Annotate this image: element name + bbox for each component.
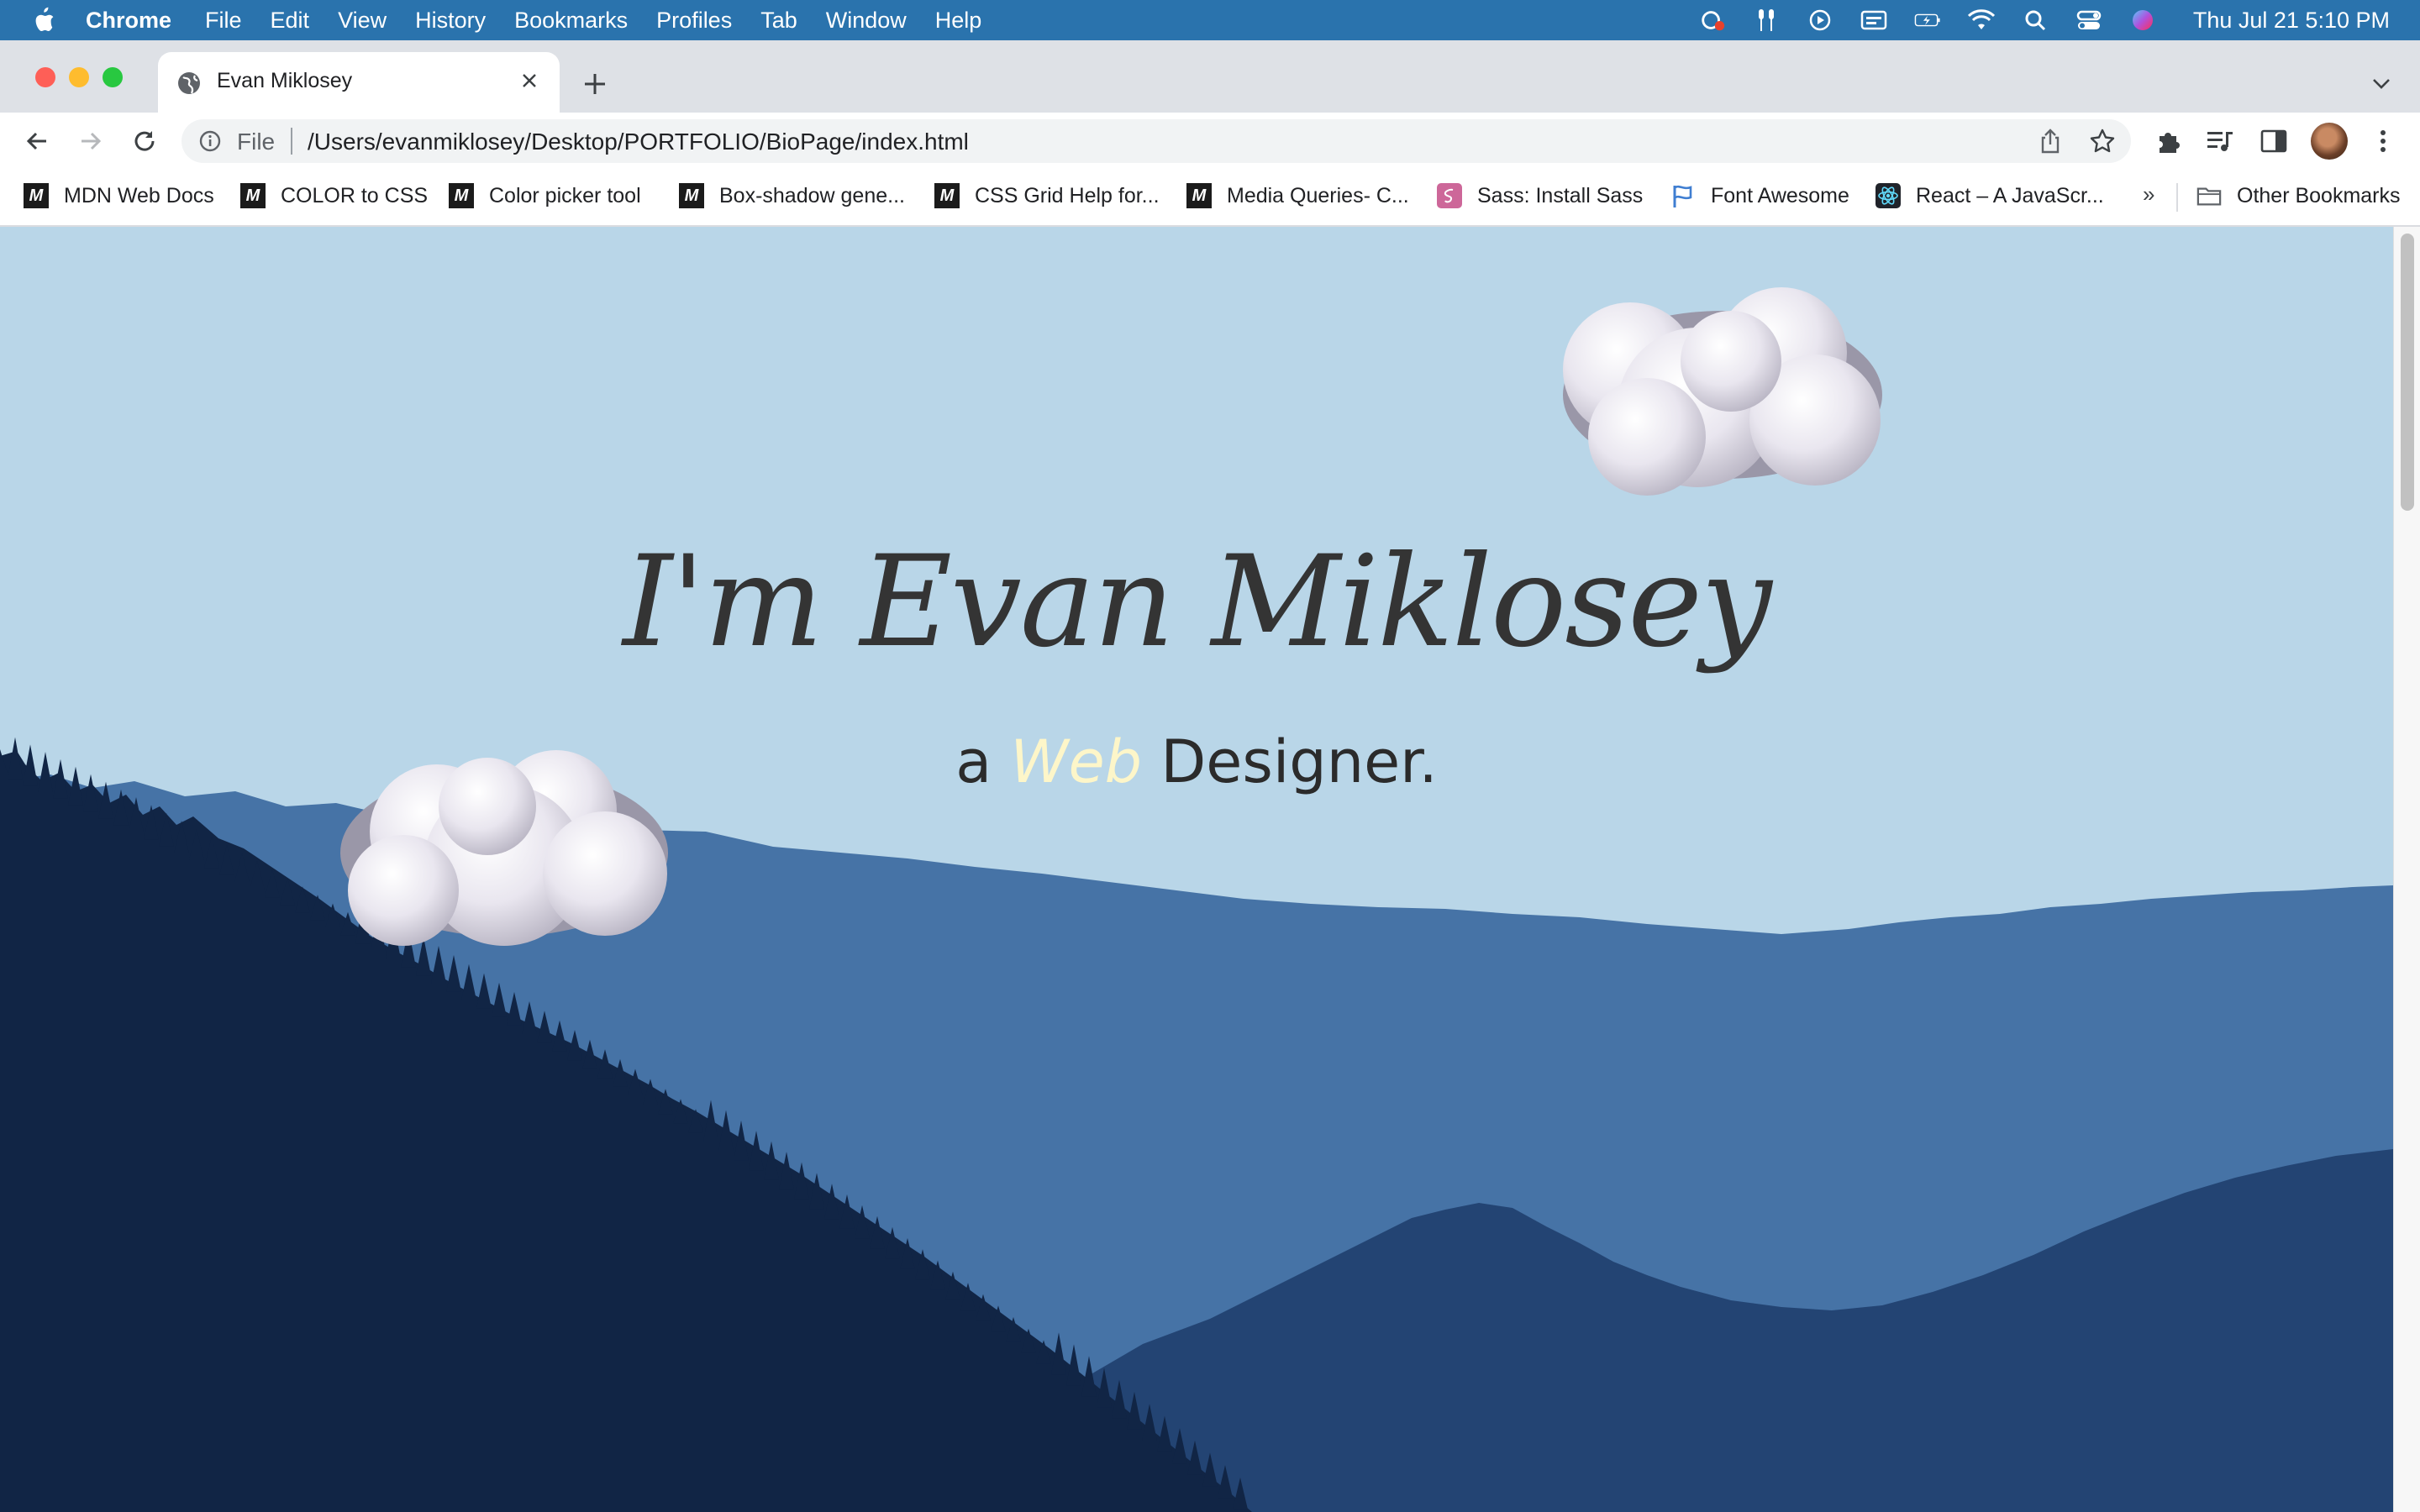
wifi-icon[interactable] — [1967, 7, 1995, 34]
mdn-logo-icon: M — [449, 183, 474, 208]
spotlight-search-icon[interactable] — [2022, 7, 2049, 34]
address-bar[interactable]: File /Users/evanmiklosey/Desktop/PORTFOL… — [182, 119, 2131, 163]
airdrop-icon[interactable] — [1753, 7, 1780, 34]
tagline-accent-word: Web — [1010, 727, 1143, 796]
menu-edit[interactable]: Edit — [271, 8, 310, 34]
bookmark-label: React – A JavaScr... — [1916, 183, 2104, 207]
menu-view[interactable]: View — [338, 8, 387, 34]
bookmark-color-picker-tool[interactable]: M Color picker tool — [449, 181, 641, 210]
extensions-puzzle-icon[interactable] — [2151, 124, 2185, 158]
menu-window[interactable]: Window — [826, 8, 907, 34]
sass-logo-icon — [1437, 183, 1462, 208]
menu-help[interactable]: Help — [935, 8, 982, 34]
profile-avatar[interactable] — [2311, 123, 2348, 160]
address-scheme: File — [237, 129, 276, 155]
menu-profiles[interactable]: Profiles — [656, 8, 732, 34]
flag-icon — [1670, 183, 1696, 208]
bookmark-sass-install[interactable]: Sass: Install Sass — [1437, 181, 1643, 210]
tab-search-chevron-icon[interactable] — [2365, 67, 2398, 101]
scrollbar-thumb[interactable] — [2401, 234, 2414, 511]
bookmark-label: CSS Grid Help for... — [975, 183, 1160, 207]
side-panel-icon[interactable] — [2257, 124, 2291, 158]
bookmarks-bar: M MDN Web Docs M COLOR to CSS M Color pi… — [0, 170, 2420, 227]
page-viewport: I'm Evan Miklosey a Web Designer. — [0, 227, 2393, 1512]
menu-file[interactable]: File — [205, 8, 242, 34]
tab-title: Evan Miklosey — [217, 69, 353, 92]
folder-icon — [2196, 183, 2222, 208]
hero-name-heading: I'm Evan Miklosey — [623, 529, 1772, 675]
tagline-prefix: a — [955, 727, 992, 796]
menu-bookmarks[interactable]: Bookmarks — [514, 8, 628, 34]
bookmark-css-grid-help[interactable]: M CSS Grid Help for... — [934, 181, 1160, 210]
bookmark-other-bookmarks[interactable]: Other Bookmarks — [2196, 181, 2401, 210]
bookmark-react[interactable]: React – A JavaScr... — [1876, 181, 2104, 210]
bookmark-color-to-css[interactable]: M COLOR to CSS — [240, 181, 428, 210]
menu-app-name[interactable]: Chrome — [86, 8, 171, 34]
menu-history[interactable]: History — [415, 8, 486, 34]
page-scrollbar[interactable] — [2393, 227, 2420, 1512]
bookmark-label: Color picker tool — [489, 183, 641, 207]
share-icon[interactable] — [2037, 128, 2064, 155]
apple-icon[interactable] — [30, 6, 55, 34]
bookmark-label: COLOR to CSS — [281, 183, 429, 207]
mdn-logo-icon: M — [240, 183, 266, 208]
macos-menubar: Chrome File Edit View History Bookmarks … — [0, 0, 2420, 40]
bookmark-star-icon[interactable] — [2089, 128, 2116, 155]
media-queue-icon[interactable] — [2203, 124, 2237, 158]
bookmark-label: Sass: Install Sass — [1477, 183, 1644, 207]
menu-tab[interactable]: Tab — [760, 8, 797, 34]
back-icon[interactable] — [18, 123, 55, 160]
tab-active[interactable]: Evan Miklosey — [158, 52, 560, 113]
forward-icon[interactable] — [72, 123, 109, 160]
globe-icon — [178, 72, 200, 94]
window-minimize-button[interactable] — [69, 67, 89, 87]
mdn-logo-icon: M — [24, 183, 49, 208]
mdn-logo-icon: M — [1186, 183, 1212, 208]
hero-tagline: a Web Designer. — [0, 727, 2393, 796]
siri-icon[interactable] — [2129, 7, 2156, 34]
play-icon[interactable] — [1807, 7, 1833, 34]
address-url[interactable]: /Users/evanmiklosey/Desktop/PORTFOLIO/Bi… — [308, 129, 969, 155]
bookmark-mdn-web-docs[interactable]: M MDN Web Docs — [24, 181, 214, 210]
display-icon[interactable] — [1860, 7, 1887, 34]
menubar-clock[interactable]: Thu Jul 21 5:10 PM — [2193, 8, 2390, 34]
bookmark-label: Other Bookmarks — [2237, 183, 2401, 207]
bookmark-label: Media Queries- C... — [1227, 183, 1409, 207]
bookmark-label: Font Awesome — [1711, 183, 1849, 207]
window-close-button[interactable] — [35, 67, 55, 87]
browser-toolbar: File /Users/evanmiklosey/Desktop/PORTFOL… — [0, 113, 2420, 170]
address-divider — [291, 128, 292, 155]
menubar-status-area: Thu Jul 21 5:10 PM — [1672, 0, 2390, 40]
mdn-logo-icon: M — [679, 183, 704, 208]
reload-icon[interactable] — [126, 123, 163, 160]
more-menu-icon[interactable] — [2366, 124, 2400, 158]
mdn-logo-icon: M — [934, 183, 960, 208]
bookmark-box-shadow-generator[interactable]: M Box-shadow gene... — [679, 181, 905, 210]
cloud-upper-right — [1563, 287, 1882, 496]
bookmarks-overflow-chevron[interactable]: » — [2143, 181, 2154, 207]
creative-cloud-icon[interactable] — [1699, 7, 1726, 34]
bookmark-label: Box-shadow gene... — [719, 183, 905, 207]
bookmark-font-awesome[interactable]: Font Awesome — [1670, 181, 1849, 210]
react-logo-icon — [1876, 183, 1901, 208]
window-zoom-button[interactable] — [103, 67, 123, 87]
tab-close-icon[interactable] — [514, 66, 544, 96]
control-center-icon[interactable] — [2075, 7, 2102, 34]
bookmark-label: MDN Web Docs — [64, 183, 214, 207]
site-info-icon[interactable] — [198, 129, 222, 153]
battery-icon[interactable] — [1914, 7, 1941, 34]
tagline-suffix: Designer. — [1160, 727, 1438, 796]
bookmarks-divider — [2176, 183, 2178, 212]
new-tab-icon[interactable] — [576, 66, 613, 102]
landscape-background — [0, 227, 2393, 1512]
bookmark-media-queries[interactable]: M Media Queries- C... — [1186, 181, 1409, 210]
